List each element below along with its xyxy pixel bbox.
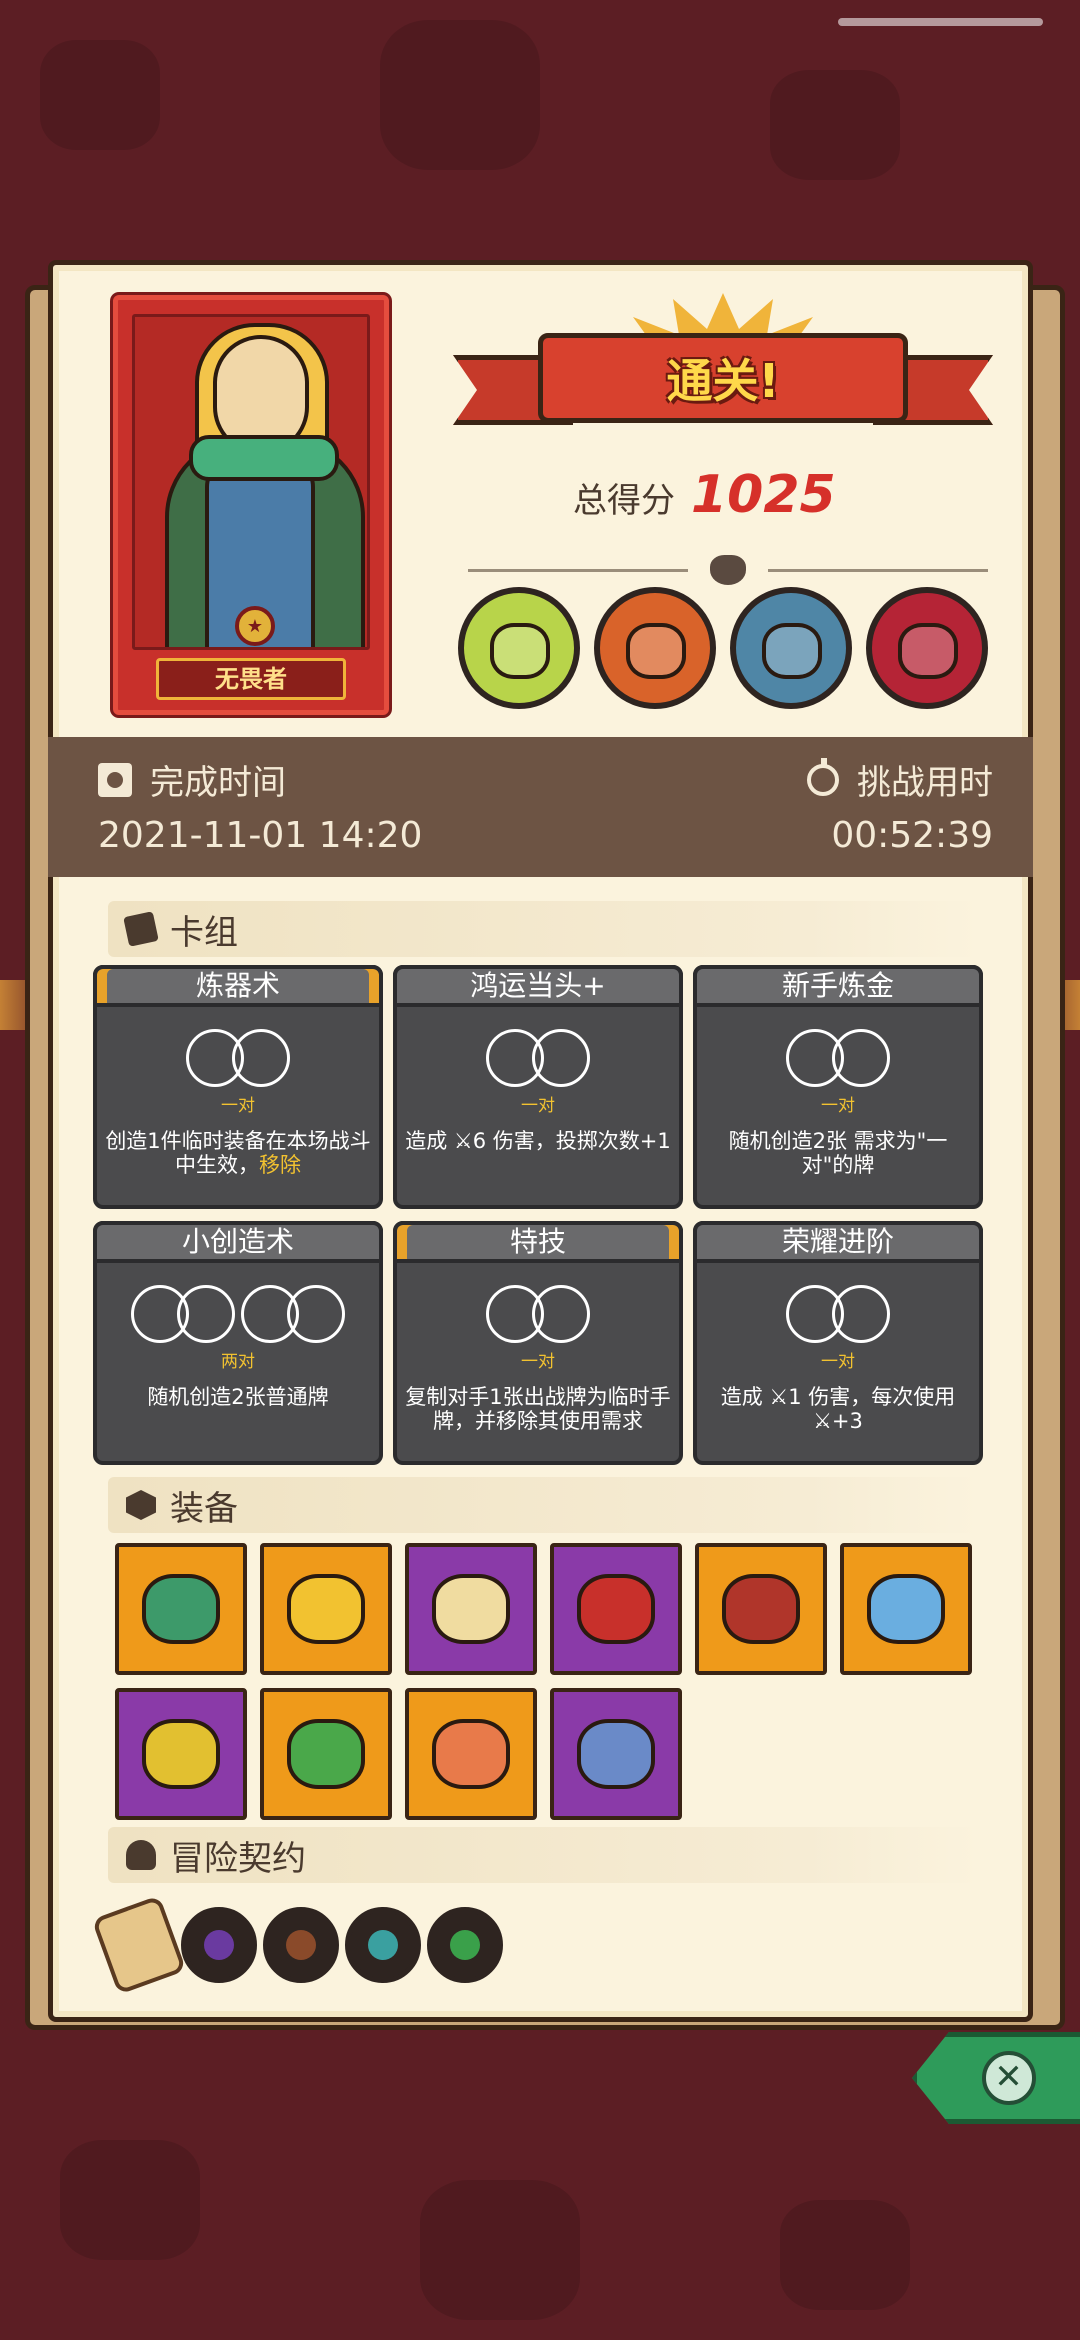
contracts-list — [91, 1895, 503, 1995]
skull-icon — [710, 555, 746, 585]
card[interactable]: 炼器术一对创造1件临时装备在本场战斗中生效，移除 — [93, 965, 383, 1209]
film-icon — [98, 762, 132, 797]
bracelet-icon[interactable] — [550, 1543, 682, 1675]
contracts-title: 冒险契约 — [170, 1838, 306, 1879]
deck-header: 卡组 — [108, 901, 978, 957]
complete-time-value: 2021-11-01 14:20 — [98, 815, 423, 856]
stopwatch-icon — [807, 757, 839, 796]
card-requirement: 一对 — [521, 1096, 555, 1116]
close-icon: ✕ — [981, 2051, 1036, 2105]
card-title: 小创造术 — [93, 1221, 383, 1263]
emerald-ring-icon[interactable] — [115, 1688, 247, 1820]
card-requirement: 一对 — [821, 1096, 855, 1116]
eye-sigil-icon[interactable] — [181, 1907, 257, 1983]
card-title: 鸿运当头+ — [393, 965, 683, 1007]
card-requirement: 一对 — [221, 1096, 255, 1116]
card-title: 荣耀进阶 — [693, 1221, 983, 1263]
victory-banner: 通关! — [453, 293, 993, 443]
vampire-boss-icon — [866, 587, 988, 709]
victory-title: 通关! — [666, 354, 780, 408]
card-description: 随机创造2张普通牌 — [147, 1385, 329, 1409]
challenge-time-value: 00:52:39 — [831, 815, 993, 856]
challenge-time-label: 挑战用时 — [857, 763, 993, 803]
status-indicator — [838, 18, 1043, 26]
star-emblem-icon: ★ — [235, 606, 275, 646]
result-panel: ★ 无畏者 通关! 总得分 1025 完成时间 挑战用时 2021-11-01 … — [48, 260, 1033, 2022]
card[interactable]: 鸿运当头+ 一对造成 ⚔6 伤害，投掷次数+1 — [393, 965, 683, 1209]
dice-requirement-icon — [97, 1029, 379, 1087]
box-icon — [126, 1490, 156, 1520]
card-requirement: 两对 — [221, 1352, 255, 1372]
card[interactable]: 特技一对复制对手1张出战牌为临时手牌，并移除其使用需求 — [393, 1221, 683, 1465]
card-title: 新手炼金 — [693, 965, 983, 1007]
mirror-icon[interactable] — [405, 1543, 537, 1675]
complete-time-label: 完成时间 — [150, 763, 286, 803]
hero-card[interactable]: ★ 无畏者 — [113, 295, 389, 715]
tunic-icon[interactable] — [550, 1688, 682, 1820]
turtle-shell-icon[interactable] — [115, 1543, 247, 1675]
crystal-blade-icon[interactable] — [840, 1543, 972, 1675]
card[interactable]: 小创造术两对随机创造2张普通牌 — [93, 1221, 383, 1465]
card-description: 造成 ⚔1 伤害，每次使用⚔+3 — [720, 1385, 956, 1433]
card-requirement: 一对 — [821, 1352, 855, 1372]
boss-divider — [448, 555, 1008, 585]
card-requirement: 一对 — [521, 1352, 555, 1372]
dice-requirement-icon — [397, 1285, 679, 1343]
pipe-icon[interactable] — [263, 1907, 339, 1983]
hood-icon[interactable] — [695, 1543, 827, 1675]
score-label: 总得分 — [573, 481, 675, 521]
card-title: 特技 — [393, 1221, 683, 1263]
deck-title: 卡组 — [170, 912, 238, 953]
time-bar: 完成时间 挑战用时 2021-11-01 14:20 00:52:39 — [48, 737, 1033, 877]
card[interactable]: 荣耀进阶一对造成 ⚔1 伤害，每次使用⚔+3 — [693, 1221, 983, 1465]
orc-boss-icon — [594, 587, 716, 709]
bird-leaf-icon[interactable] — [427, 1907, 503, 1983]
contracts-header: 冒险契约 — [108, 1827, 978, 1883]
hero-name: 无畏者 — [156, 658, 346, 700]
dice-requirement-icon — [397, 1029, 679, 1087]
cards-icon — [123, 911, 159, 947]
crown-icon[interactable] — [260, 1543, 392, 1675]
hero-portrait — [132, 314, 370, 650]
defeated-bosses — [458, 587, 988, 709]
card[interactable]: 新手炼金一对随机创造2张 需求为"一对"的牌 — [693, 965, 983, 1209]
equipment-title: 装备 — [170, 1488, 238, 1529]
score-row: 总得分 1025 — [573, 465, 836, 525]
card-description: 随机创造2张 需求为"一对"的牌 — [728, 1129, 948, 1177]
moss-tablet-icon[interactable] — [260, 1688, 392, 1820]
dice-requirement-icon — [697, 1285, 979, 1343]
score-value: 1025 — [691, 465, 836, 525]
scroll-icon[interactable] — [91, 1895, 187, 1995]
gear-coin-icon[interactable] — [345, 1907, 421, 1983]
dice-requirement-icon — [97, 1285, 379, 1343]
card-description: 创造1件临时装备在本场战斗中生效，移除 — [105, 1129, 371, 1177]
dice-requirement-icon — [697, 1029, 979, 1087]
card-description: 复制对手1张出战牌为临时手牌，并移除其使用需求 — [405, 1385, 671, 1433]
shield-disc-icon[interactable] — [405, 1688, 537, 1820]
card-title: 炼器术 — [93, 965, 383, 1007]
card-description: 造成 ⚔6 伤害，投掷次数+1 — [405, 1129, 671, 1153]
person-icon — [126, 1840, 156, 1870]
skeleton-dino-boss-icon — [458, 587, 580, 709]
equipment-header: 装备 — [108, 1477, 978, 1533]
rhino-boss-icon — [730, 587, 852, 709]
